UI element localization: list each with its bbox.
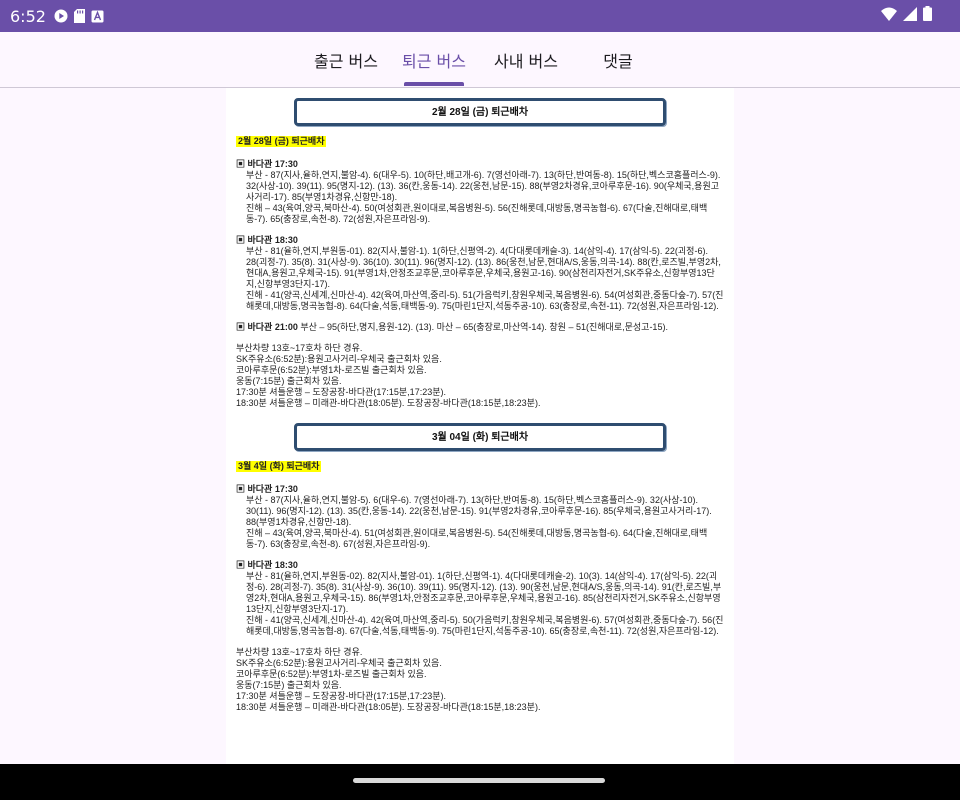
left-gutter bbox=[0, 88, 226, 764]
wifi-icon bbox=[881, 7, 897, 21]
navigation-bar bbox=[0, 764, 960, 800]
tab-commute-bus[interactable]: 출근 버스 bbox=[304, 32, 388, 87]
notes: 부산차량 13호~17호차 하단 경유. SK주유소(6:52분):용원고사거리… bbox=[236, 343, 724, 409]
tab-label: 퇴근 버스 bbox=[402, 51, 466, 71]
departure-block: ▣ 바다관 21:00 부산 – 95(하단,명지,용원-12). (13). … bbox=[236, 322, 724, 333]
font-a-icon bbox=[91, 10, 104, 23]
route-line: 진해 – 43(육여,양곡,북마산-4). 51(여성회관,원이대로,복음병원-… bbox=[246, 528, 708, 549]
schedule-section: 3월 04일 (화) 퇴근배차 3월 4일 (화) 퇴근배차 ▣ 바다관 17:… bbox=[236, 423, 724, 713]
date-highlight: 2월 28일 (금) 퇴근배차 bbox=[236, 136, 327, 147]
departure-heading: ▣ 바다관 17:30 bbox=[236, 484, 298, 494]
note-line: 코아루후문(6:52분):부영1차-로즈빌 출근회차 있음. bbox=[236, 669, 427, 679]
date-highlight: 3월 4일 (화) 퇴근배차 bbox=[236, 461, 322, 472]
note-line: SK주유소(6:52분):용원고사거리-우체국 출근회차 있음. bbox=[236, 354, 442, 364]
tab-bar: 출근 버스 퇴근 버스 사내 버스 댓글 bbox=[0, 32, 960, 88]
note-line: 부산차량 13호~17호차 하단 경유. bbox=[236, 343, 363, 353]
sd-card-icon bbox=[73, 9, 85, 23]
note-line: 웅동(7:15분) 출근회차 있음. bbox=[236, 376, 342, 386]
section-banner: 3월 04일 (화) 퇴근배차 bbox=[294, 423, 666, 451]
route-line: 부산 - 81(율하,연지,부원동-01). 82(지사,불암-1). 1(하단… bbox=[246, 246, 721, 289]
note-line: 18:30분 셔틀운행 – 미래관-바다관(18:05분). 도장공장-바다관(… bbox=[236, 702, 541, 712]
departure-block: ▣ 바다관 17:30 부산 - 87(지사,율하,연지,불암-5). 6(대우… bbox=[236, 484, 724, 550]
section-banner: 2월 28일 (금) 퇴근배차 bbox=[294, 98, 666, 126]
departure-block: ▣ 바다관 18:30 부산 - 81(율하,연지,부원동-01). 82(지사… bbox=[236, 235, 724, 312]
status-time: 6:52 bbox=[10, 6, 46, 26]
route-line: 부산 - 87(지사,율하,연지,불암-5). 6(대우-6). 7(영선아래-… bbox=[246, 495, 712, 527]
schedule-section: 2월 28일 (금) 퇴근배차 2월 28일 (금) 퇴근배차 ▣ 바다관 17… bbox=[236, 98, 724, 409]
tab-indicator bbox=[404, 82, 464, 86]
departure-block: ▣ 바다관 18:30 부산 - 81(율하,연지,부원동-02). 82(지사… bbox=[236, 560, 724, 637]
tab-return-bus[interactable]: 퇴근 버스 bbox=[392, 32, 476, 87]
route-line: 부산 - 81(율하,연지,부원동-02). 82(지사,불암-01). 1(하… bbox=[246, 571, 722, 614]
note-line: 웅동(7:15분) 출근회차 있음. bbox=[236, 680, 342, 690]
play-store-icon bbox=[54, 9, 68, 23]
tab-internal-bus[interactable]: 사내 버스 bbox=[484, 32, 568, 87]
route-line: 진해 - 41(양곡,신세계,신마산-4). 42(육여,마산역,중리-5). … bbox=[246, 615, 724, 636]
departure-heading: ▣ 바다관 18:30 bbox=[236, 560, 298, 570]
note-line: 17:30분 셔틀운행 – 도장공장-바다관(17:15분,17:23분). bbox=[236, 691, 446, 701]
route-line: 진해 – 43(육여,양곡,북마산-4). 50(여성회관,원이대로,복음병원-… bbox=[246, 203, 708, 224]
departure-block: ▣ 바다관 17:30 부산 - 87(지사,율하,연지,불암-4). 6(대우… bbox=[236, 159, 724, 225]
tab-label: 출근 버스 bbox=[314, 51, 378, 71]
notes: 부산차량 13호~17호차 하단 경유. SK주유소(6:52분):용원고사거리… bbox=[236, 647, 724, 713]
tab-label: 댓글 bbox=[603, 51, 633, 71]
note-line: 18:30분 셔틀운행 – 미래관-바다관(18:05분). 도장공장-바다관(… bbox=[236, 398, 541, 408]
departure-heading: ▣ 바다관 17:30 bbox=[236, 159, 298, 169]
note-line: 17:30분 셔틀운행 – 도장공장-바다관(17:15분,17:23분). bbox=[236, 387, 446, 397]
right-gutter bbox=[734, 88, 960, 764]
route-line: 부산 - 87(지사,율하,연지,불암-4). 6(대우-5). 10(하단,배… bbox=[246, 170, 721, 202]
note-line: 부산차량 13호~17호차 하단 경유. bbox=[236, 647, 363, 657]
home-gesture-handle[interactable] bbox=[353, 778, 605, 783]
note-line: 코아루후문(6:52분):부영1차-로즈빌 출근회차 있음. bbox=[236, 365, 427, 375]
status-bar: 6:52 bbox=[0, 0, 960, 32]
tab-label: 사내 버스 bbox=[494, 51, 558, 71]
route-line: 진해 - 41(양곡,신세계,신마산-4). 42(육여,마산역,중리-5). … bbox=[246, 290, 724, 311]
battery-icon bbox=[923, 6, 932, 21]
tab-comments[interactable]: 댓글 bbox=[590, 32, 646, 87]
departure-heading: ▣ 바다관 21:00 bbox=[236, 322, 298, 332]
cellular-signal-icon bbox=[903, 6, 917, 21]
route-line: 부산 – 95(하단,명지,용원-12). (13). 마산 – 65(충장로,… bbox=[297, 322, 668, 332]
note-line: SK주유소(6:52분):용원고사거리-우체국 출근회차 있음. bbox=[236, 658, 442, 668]
schedule-document[interactable]: 2월 28일 (금) 퇴근배차 2월 28일 (금) 퇴근배차 ▣ 바다관 17… bbox=[226, 88, 734, 764]
departure-heading: ▣ 바다관 18:30 bbox=[236, 235, 298, 245]
